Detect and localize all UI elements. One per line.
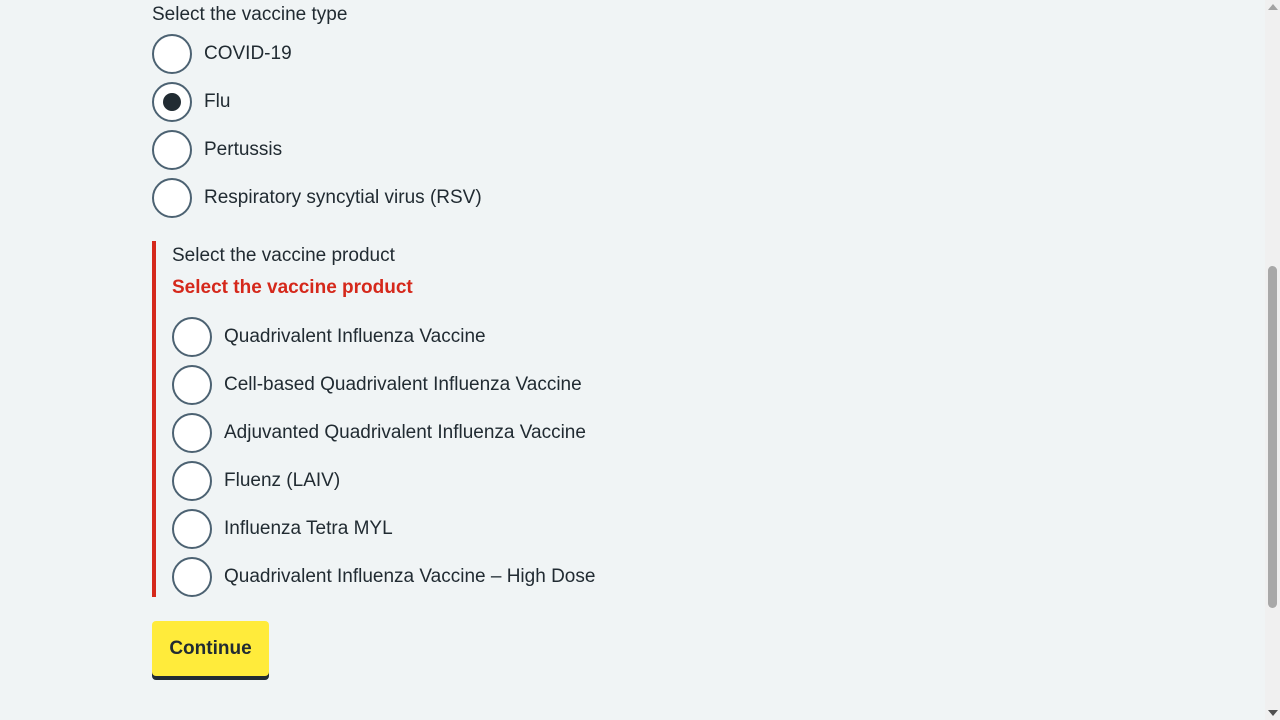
radio-quadrivalent-influenza-vaccine[interactable]: Quadrivalent Influenza Vaccine <box>172 317 486 357</box>
radio-button-checked[interactable] <box>152 82 192 122</box>
radio-label[interactable]: Quadrivalent Influenza Vaccine – High Do… <box>224 565 595 589</box>
radio-label[interactable]: COVID-19 <box>204 42 292 66</box>
vaccine-type-legend: Select the vaccine type <box>152 4 348 25</box>
radio-label[interactable]: Quadrivalent Influenza Vaccine <box>224 325 486 349</box>
error-message: Select the vaccine product <box>172 277 413 298</box>
vaccine-product-legend: Select the vaccine product <box>172 245 395 266</box>
radio-influenza-tetra-myl[interactable]: Influenza Tetra MYL <box>172 509 393 549</box>
radio-label[interactable]: Influenza Tetra MYL <box>224 517 393 541</box>
radio-button[interactable] <box>152 34 192 74</box>
radio-button[interactable] <box>172 365 212 405</box>
radio-rsv[interactable]: Respiratory syncytial virus (RSV) <box>152 178 482 218</box>
radio-button[interactable] <box>172 413 212 453</box>
radio-button[interactable] <box>172 317 212 357</box>
scroll-up-arrow-icon[interactable] <box>1268 4 1278 10</box>
radio-adjuvanted-quadrivalent[interactable]: Adjuvanted Quadrivalent Influenza Vaccin… <box>172 413 586 453</box>
radio-label[interactable]: Adjuvanted Quadrivalent Influenza Vaccin… <box>224 421 586 445</box>
radio-button[interactable] <box>172 461 212 501</box>
radio-fluenz-laiv[interactable]: Fluenz (LAIV) <box>172 461 340 501</box>
radio-label[interactable]: Cell-based Quadrivalent Influenza Vaccin… <box>224 373 582 397</box>
radio-flu[interactable]: Flu <box>152 82 230 122</box>
radio-label[interactable]: Pertussis <box>204 138 282 162</box>
radio-label[interactable]: Fluenz (LAIV) <box>224 469 340 493</box>
radio-pertussis[interactable]: Pertussis <box>152 130 282 170</box>
radio-button[interactable] <box>172 557 212 597</box>
radio-label[interactable]: Respiratory syncytial virus (RSV) <box>204 186 482 210</box>
radio-cell-based-quadrivalent[interactable]: Cell-based Quadrivalent Influenza Vaccin… <box>172 365 582 405</box>
radio-button[interactable] <box>152 178 192 218</box>
radio-button[interactable] <box>152 130 192 170</box>
radio-button[interactable] <box>172 509 212 549</box>
radio-covid-19[interactable]: COVID-19 <box>152 34 292 74</box>
vaccine-product-error-group: Select the vaccine product Select the va… <box>152 241 856 597</box>
radio-label[interactable]: Flu <box>204 90 230 114</box>
vertical-scrollbar[interactable] <box>1265 0 1280 720</box>
scroll-down-arrow-icon[interactable] <box>1268 710 1278 716</box>
radio-quadrivalent-high-dose[interactable]: Quadrivalent Influenza Vaccine – High Do… <box>172 557 595 597</box>
continue-button[interactable]: Continue <box>152 621 269 676</box>
page: Select the vaccine type COVID-19 Flu Per… <box>0 0 1280 720</box>
scroll-thumb[interactable] <box>1268 266 1277 608</box>
